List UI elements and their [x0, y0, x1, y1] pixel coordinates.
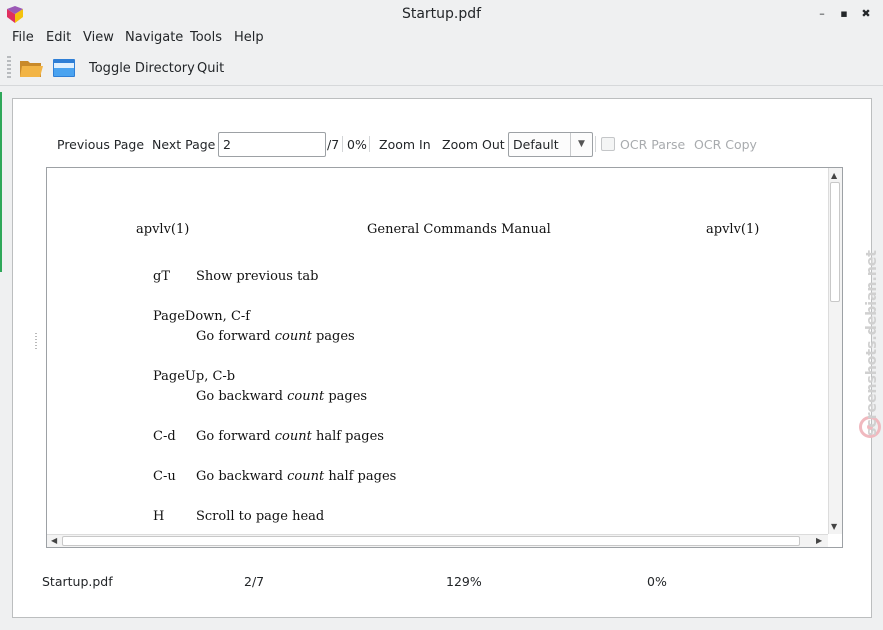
zoom-mode-value: Default	[513, 137, 559, 152]
ocr-parse-checkbox[interactable]	[601, 137, 615, 151]
separator	[342, 136, 343, 152]
menu-bar: File Edit View Navigate Tools Help	[0, 28, 883, 48]
zoom-mode-select[interactable]: Default ▼	[508, 132, 593, 157]
menu-help[interactable]: Help	[234, 30, 264, 45]
directory-panel-icon[interactable]	[51, 56, 77, 80]
menu-navigate[interactable]: Navigate	[125, 30, 183, 45]
scroll-right-icon[interactable]: ▶	[816, 536, 822, 546]
next-page-button[interactable]: Next Page	[152, 137, 215, 152]
maximize-icon: ▪	[840, 7, 848, 20]
status-progress: 0%	[647, 574, 667, 589]
doc-entry-key: C-u	[153, 469, 176, 484]
toggle-directory-button[interactable]: Toggle Directory	[89, 61, 195, 76]
splitter-handle[interactable]	[35, 333, 37, 349]
menu-file[interactable]: File	[12, 30, 34, 45]
horizontal-scrollbar-thumb[interactable]	[62, 536, 800, 546]
toolbar: Toggle Directory Quit	[0, 50, 883, 86]
menu-edit[interactable]: Edit	[46, 30, 71, 45]
zoom-in-button[interactable]: Zoom In	[379, 137, 431, 152]
status-zoom: 129%	[446, 574, 482, 589]
ocr-copy-button[interactable]: OCR Copy	[694, 137, 757, 152]
toolbar-grip[interactable]	[7, 56, 11, 80]
status-page: 2/7	[244, 574, 265, 589]
close-icon: ✖	[861, 7, 871, 20]
navigation-controls: Previous Page Next Page /7 0% Zoom In Zo…	[0, 132, 883, 158]
minimize-button[interactable]: –	[813, 5, 831, 23]
vertical-scrollbar-thumb[interactable]	[830, 182, 840, 302]
menu-view[interactable]: View	[83, 30, 114, 45]
scroll-down-icon[interactable]: ▼	[831, 522, 837, 532]
page-total-label: /7	[327, 137, 340, 152]
doc-entry-desc: Scroll to page head	[196, 509, 325, 524]
doc-entry-key: gT	[153, 269, 170, 284]
doc-entry-key: H	[153, 509, 165, 524]
zoom-out-button[interactable]: Zoom Out	[442, 137, 505, 152]
doc-header-center: General Commands Manual	[367, 222, 551, 237]
minimize-icon: –	[819, 7, 825, 20]
ocr-parse-label: OCR Parse	[620, 137, 686, 152]
chevron-down-icon: ▼	[570, 133, 592, 156]
close-button[interactable]: ✖	[857, 5, 875, 23]
doc-header-right: apvlv(1)	[706, 222, 760, 237]
page-number-input[interactable]	[218, 132, 326, 157]
doc-entry-desc: Go backward count pages	[196, 389, 368, 404]
window-edge	[0, 92, 2, 272]
status-file-name: Startup.pdf	[42, 574, 113, 589]
previous-page-button[interactable]: Previous Page	[57, 137, 144, 152]
scroll-left-icon[interactable]: ◀	[51, 536, 57, 546]
menu-tools[interactable]: Tools	[190, 30, 222, 45]
title-bar: Startup.pdf – ▪ ✖	[0, 0, 883, 28]
doc-header-left: apvlv(1)	[136, 222, 190, 237]
doc-entry-desc: Show previous tab	[196, 269, 319, 284]
quit-button[interactable]: Quit	[197, 61, 224, 76]
doc-entry-key: PageUp, C-b	[153, 369, 236, 384]
doc-entry-desc: Go forward count half pages	[196, 429, 384, 444]
scroll-up-icon[interactable]: ▲	[831, 171, 837, 181]
progress-percent-label: 0%	[347, 137, 367, 152]
maximize-button[interactable]: ▪	[835, 5, 853, 23]
separator	[369, 136, 370, 152]
doc-entry-desc: Go forward count pages	[196, 329, 355, 344]
doc-entry-key: PageDown, C-f	[153, 309, 251, 324]
separator	[595, 136, 596, 152]
doc-entry-desc: Go backward count half pages	[196, 469, 397, 484]
open-folder-icon[interactable]	[18, 56, 44, 80]
doc-entry-key: C-d	[153, 429, 176, 444]
window-title: Startup.pdf	[401, 6, 482, 22]
watermark-text: screenshots.debian.net	[864, 250, 880, 436]
pdf-viewer[interactable]: apvlv(1) General Commands Manual apvlv(1…	[46, 167, 843, 548]
